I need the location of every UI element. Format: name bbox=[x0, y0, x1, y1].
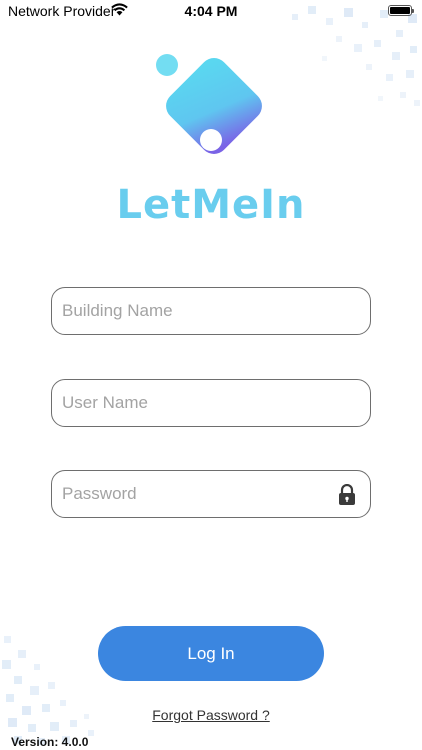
decorative-pixel bbox=[362, 22, 368, 28]
user-name-field[interactable] bbox=[51, 379, 371, 427]
decorative-pixel bbox=[400, 92, 406, 98]
decorative-pixel bbox=[30, 686, 39, 695]
decorative-pixel bbox=[50, 722, 59, 731]
building-name-field[interactable] bbox=[51, 287, 371, 335]
decorative-pixel bbox=[374, 40, 381, 47]
decorative-pixel bbox=[18, 650, 26, 658]
decorative-pixel bbox=[354, 44, 362, 52]
decorative-pixel bbox=[410, 46, 417, 53]
decorative-pixel bbox=[322, 56, 327, 61]
password-input[interactable] bbox=[52, 471, 370, 517]
building-name-input[interactable] bbox=[52, 288, 370, 334]
decorative-pixel bbox=[414, 100, 420, 106]
forgot-password-link[interactable]: Forgot Password ? bbox=[152, 707, 270, 723]
user-name-input[interactable] bbox=[52, 380, 370, 426]
app-logo-icon bbox=[148, 46, 278, 176]
decorative-pixel bbox=[406, 70, 414, 78]
status-bar: Network Provider 4:04 PM bbox=[0, 0, 422, 22]
app-version: Version: 4.0.0 bbox=[11, 735, 89, 749]
lock-icon bbox=[338, 483, 356, 506]
decorative-pixel bbox=[48, 682, 55, 689]
decorative-pattern-bottom-left bbox=[0, 630, 110, 750]
decorative-pixel bbox=[28, 724, 36, 732]
decorative-pixel bbox=[378, 96, 383, 101]
decorative-pixel bbox=[34, 664, 40, 670]
app-name: LetMeIn bbox=[116, 182, 306, 228]
forgot-password-row: Forgot Password ? bbox=[0, 707, 422, 723]
login-button[interactable]: Log In bbox=[98, 626, 324, 681]
decorative-pixel bbox=[2, 660, 11, 669]
battery-icon bbox=[388, 5, 414, 16]
decorative-pixel bbox=[366, 64, 372, 70]
password-field[interactable] bbox=[51, 470, 371, 518]
decorative-pixel bbox=[4, 636, 11, 643]
decorative-pixel bbox=[386, 74, 393, 81]
decorative-pixel bbox=[396, 30, 403, 37]
decorative-pixel bbox=[336, 36, 342, 42]
decorative-pixel bbox=[14, 676, 22, 684]
decorative-pixel bbox=[60, 700, 66, 706]
decorative-pixel bbox=[392, 52, 400, 60]
decorative-pixel bbox=[88, 730, 94, 736]
decorative-pixel bbox=[6, 694, 14, 702]
status-time: 4:04 PM bbox=[184, 3, 238, 19]
